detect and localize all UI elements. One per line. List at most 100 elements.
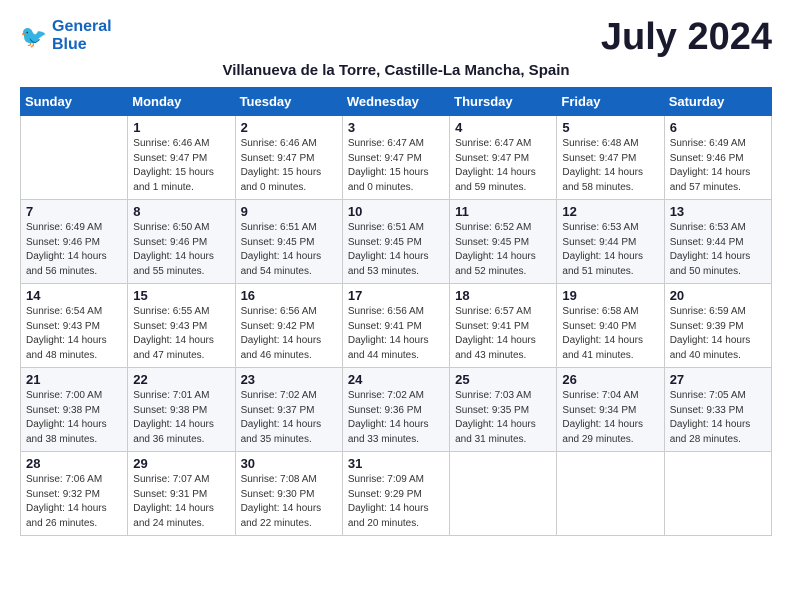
day-info: Sunrise: 7:06 AM Sunset: 9:32 PM Dayligh… xyxy=(26,473,122,531)
day-number: 9 xyxy=(241,204,337,219)
day-number: 14 xyxy=(26,288,122,303)
table-row: 26 Sunrise: 7:04 AM Sunset: 9:34 PM Dayli… xyxy=(557,368,664,452)
day-number: 10 xyxy=(348,204,444,219)
day-number: 31 xyxy=(348,456,444,471)
table-row: 31 Sunrise: 7:09 AM Sunset: 9:29 PM Dayli… xyxy=(342,452,449,536)
day-info: Sunrise: 6:56 AM Sunset: 9:41 PM Dayligh… xyxy=(348,305,444,363)
day-number: 6 xyxy=(670,120,766,135)
table-row: 9 Sunrise: 6:51 AM Sunset: 9:45 PM Daylig… xyxy=(235,200,342,284)
table-row: 27 Sunrise: 7:05 AM Sunset: 9:33 PM Dayli… xyxy=(664,368,771,452)
day-number: 25 xyxy=(455,372,551,387)
day-number: 5 xyxy=(562,120,658,135)
calendar-row: 21 Sunrise: 7:00 AM Sunset: 9:38 PM Dayli… xyxy=(21,368,772,452)
day-info: Sunrise: 6:55 AM Sunset: 9:43 PM Dayligh… xyxy=(133,305,229,363)
day-number: 16 xyxy=(241,288,337,303)
header: 🐦 General Blue July 2024 xyxy=(20,18,772,56)
calendar-row: 1Sunrise: 6:46 AM Sunset: 9:47 PM Daylig… xyxy=(21,116,772,200)
calendar-row: 28 Sunrise: 7:06 AM Sunset: 9:32 PM Dayli… xyxy=(21,452,772,536)
table-row: 11 Sunrise: 6:52 AM Sunset: 9:45 PM Dayli… xyxy=(450,200,557,284)
day-info: Sunrise: 6:51 AM Sunset: 9:45 PM Dayligh… xyxy=(241,221,337,279)
day-info: Sunrise: 6:57 AM Sunset: 9:41 PM Dayligh… xyxy=(455,305,551,363)
day-info: Sunrise: 6:51 AM Sunset: 9:45 PM Dayligh… xyxy=(348,221,444,279)
col-sunday: Sunday xyxy=(21,88,128,116)
table-row: 23 Sunrise: 7:02 AM Sunset: 9:37 PM Dayli… xyxy=(235,368,342,452)
table-row: 17Sunrise: 6:56 AM Sunset: 9:41 PM Dayli… xyxy=(342,284,449,368)
month-title: July 2024 xyxy=(601,18,772,56)
calendar-header-row: Sunday Monday Tuesday Wednesday Thursday… xyxy=(21,88,772,116)
day-info: Sunrise: 6:53 AM Sunset: 9:44 PM Dayligh… xyxy=(562,221,658,279)
day-number: 22 xyxy=(133,372,229,387)
day-number: 15 xyxy=(133,288,229,303)
table-row: 21 Sunrise: 7:00 AM Sunset: 9:38 PM Dayli… xyxy=(21,368,128,452)
col-saturday: Saturday xyxy=(664,88,771,116)
day-info: Sunrise: 6:54 AM Sunset: 9:43 PM Dayligh… xyxy=(26,305,122,363)
col-friday: Friday xyxy=(557,88,664,116)
day-number: 28 xyxy=(26,456,122,471)
table-row: 20Sunrise: 6:59 AM Sunset: 9:39 PM Dayli… xyxy=(664,284,771,368)
day-number: 24 xyxy=(348,372,444,387)
calendar-table: Sunday Monday Tuesday Wednesday Thursday… xyxy=(20,87,772,536)
calendar-row: 7Sunrise: 6:49 AM Sunset: 9:46 PM Daylig… xyxy=(21,200,772,284)
day-info: Sunrise: 7:02 AM Sunset: 9:37 PM Dayligh… xyxy=(241,389,337,447)
table-row: 22 Sunrise: 7:01 AM Sunset: 9:38 PM Dayli… xyxy=(128,368,235,452)
day-info: Sunrise: 6:58 AM Sunset: 9:40 PM Dayligh… xyxy=(562,305,658,363)
subtitle: Villanueva de la Torre, Castille-La Manc… xyxy=(20,62,772,79)
logo: 🐦 General Blue xyxy=(20,18,112,53)
day-info: Sunrise: 7:04 AM Sunset: 9:34 PM Dayligh… xyxy=(562,389,658,447)
table-row xyxy=(21,116,128,200)
table-row: 15 Sunrise: 6:55 AM Sunset: 9:43 PM Dayli… xyxy=(128,284,235,368)
table-row: 18Sunrise: 6:57 AM Sunset: 9:41 PM Dayli… xyxy=(450,284,557,368)
table-row: 24 Sunrise: 7:02 AM Sunset: 9:36 PM Dayli… xyxy=(342,368,449,452)
day-info: Sunrise: 7:07 AM Sunset: 9:31 PM Dayligh… xyxy=(133,473,229,531)
logo-icon: 🐦 xyxy=(20,22,48,50)
day-number: 3 xyxy=(348,120,444,135)
day-info: Sunrise: 7:05 AM Sunset: 9:33 PM Dayligh… xyxy=(670,389,766,447)
table-row: 25Sunrise: 7:03 AM Sunset: 9:35 PM Dayli… xyxy=(450,368,557,452)
col-monday: Monday xyxy=(128,88,235,116)
table-row xyxy=(450,452,557,536)
day-info: Sunrise: 6:46 AM Sunset: 9:47 PM Dayligh… xyxy=(241,137,337,195)
day-number: 26 xyxy=(562,372,658,387)
table-row: 10 Sunrise: 6:51 AM Sunset: 9:45 PM Dayli… xyxy=(342,200,449,284)
day-number: 19 xyxy=(562,288,658,303)
day-info: Sunrise: 6:47 AM Sunset: 9:47 PM Dayligh… xyxy=(455,137,551,195)
table-row: 29Sunrise: 7:07 AM Sunset: 9:31 PM Dayli… xyxy=(128,452,235,536)
day-info: Sunrise: 7:01 AM Sunset: 9:38 PM Dayligh… xyxy=(133,389,229,447)
table-row: 13Sunrise: 6:53 AM Sunset: 9:44 PM Dayli… xyxy=(664,200,771,284)
day-number: 30 xyxy=(241,456,337,471)
table-row: 8 Sunrise: 6:50 AM Sunset: 9:46 PM Daylig… xyxy=(128,200,235,284)
day-number: 8 xyxy=(133,204,229,219)
col-thursday: Thursday xyxy=(450,88,557,116)
table-row: 28 Sunrise: 7:06 AM Sunset: 9:32 PM Dayli… xyxy=(21,452,128,536)
table-row: 30 Sunrise: 7:08 AM Sunset: 9:30 PM Dayli… xyxy=(235,452,342,536)
table-row: 2Sunrise: 6:46 AM Sunset: 9:47 PM Daylig… xyxy=(235,116,342,200)
day-number: 21 xyxy=(26,372,122,387)
table-row: 7Sunrise: 6:49 AM Sunset: 9:46 PM Daylig… xyxy=(21,200,128,284)
table-row xyxy=(557,452,664,536)
day-info: Sunrise: 6:53 AM Sunset: 9:44 PM Dayligh… xyxy=(670,221,766,279)
day-info: Sunrise: 6:49 AM Sunset: 9:46 PM Dayligh… xyxy=(26,221,122,279)
table-row: 14 Sunrise: 6:54 AM Sunset: 9:43 PM Dayli… xyxy=(21,284,128,368)
day-info: Sunrise: 6:50 AM Sunset: 9:46 PM Dayligh… xyxy=(133,221,229,279)
day-number: 11 xyxy=(455,204,551,219)
logo-text: General Blue xyxy=(52,18,112,53)
day-info: Sunrise: 7:00 AM Sunset: 9:38 PM Dayligh… xyxy=(26,389,122,447)
table-row: 16Sunrise: 6:56 AM Sunset: 9:42 PM Dayli… xyxy=(235,284,342,368)
day-number: 20 xyxy=(670,288,766,303)
day-info: Sunrise: 7:02 AM Sunset: 9:36 PM Dayligh… xyxy=(348,389,444,447)
svg-text:🐦: 🐦 xyxy=(20,23,47,48)
day-number: 23 xyxy=(241,372,337,387)
col-wednesday: Wednesday xyxy=(342,88,449,116)
day-info: Sunrise: 6:47 AM Sunset: 9:47 PM Dayligh… xyxy=(348,137,444,195)
day-info: Sunrise: 6:52 AM Sunset: 9:45 PM Dayligh… xyxy=(455,221,551,279)
page: 🐦 General Blue July 2024 Villanueva de l… xyxy=(0,0,792,554)
day-info: Sunrise: 6:48 AM Sunset: 9:47 PM Dayligh… xyxy=(562,137,658,195)
day-info: Sunrise: 6:46 AM Sunset: 9:47 PM Dayligh… xyxy=(133,137,229,195)
table-row: 6Sunrise: 6:49 AM Sunset: 9:46 PM Daylig… xyxy=(664,116,771,200)
day-info: Sunrise: 7:08 AM Sunset: 9:30 PM Dayligh… xyxy=(241,473,337,531)
day-number: 27 xyxy=(670,372,766,387)
col-tuesday: Tuesday xyxy=(235,88,342,116)
day-info: Sunrise: 7:09 AM Sunset: 9:29 PM Dayligh… xyxy=(348,473,444,531)
table-row xyxy=(664,452,771,536)
table-row: 19 Sunrise: 6:58 AM Sunset: 9:40 PM Dayli… xyxy=(557,284,664,368)
